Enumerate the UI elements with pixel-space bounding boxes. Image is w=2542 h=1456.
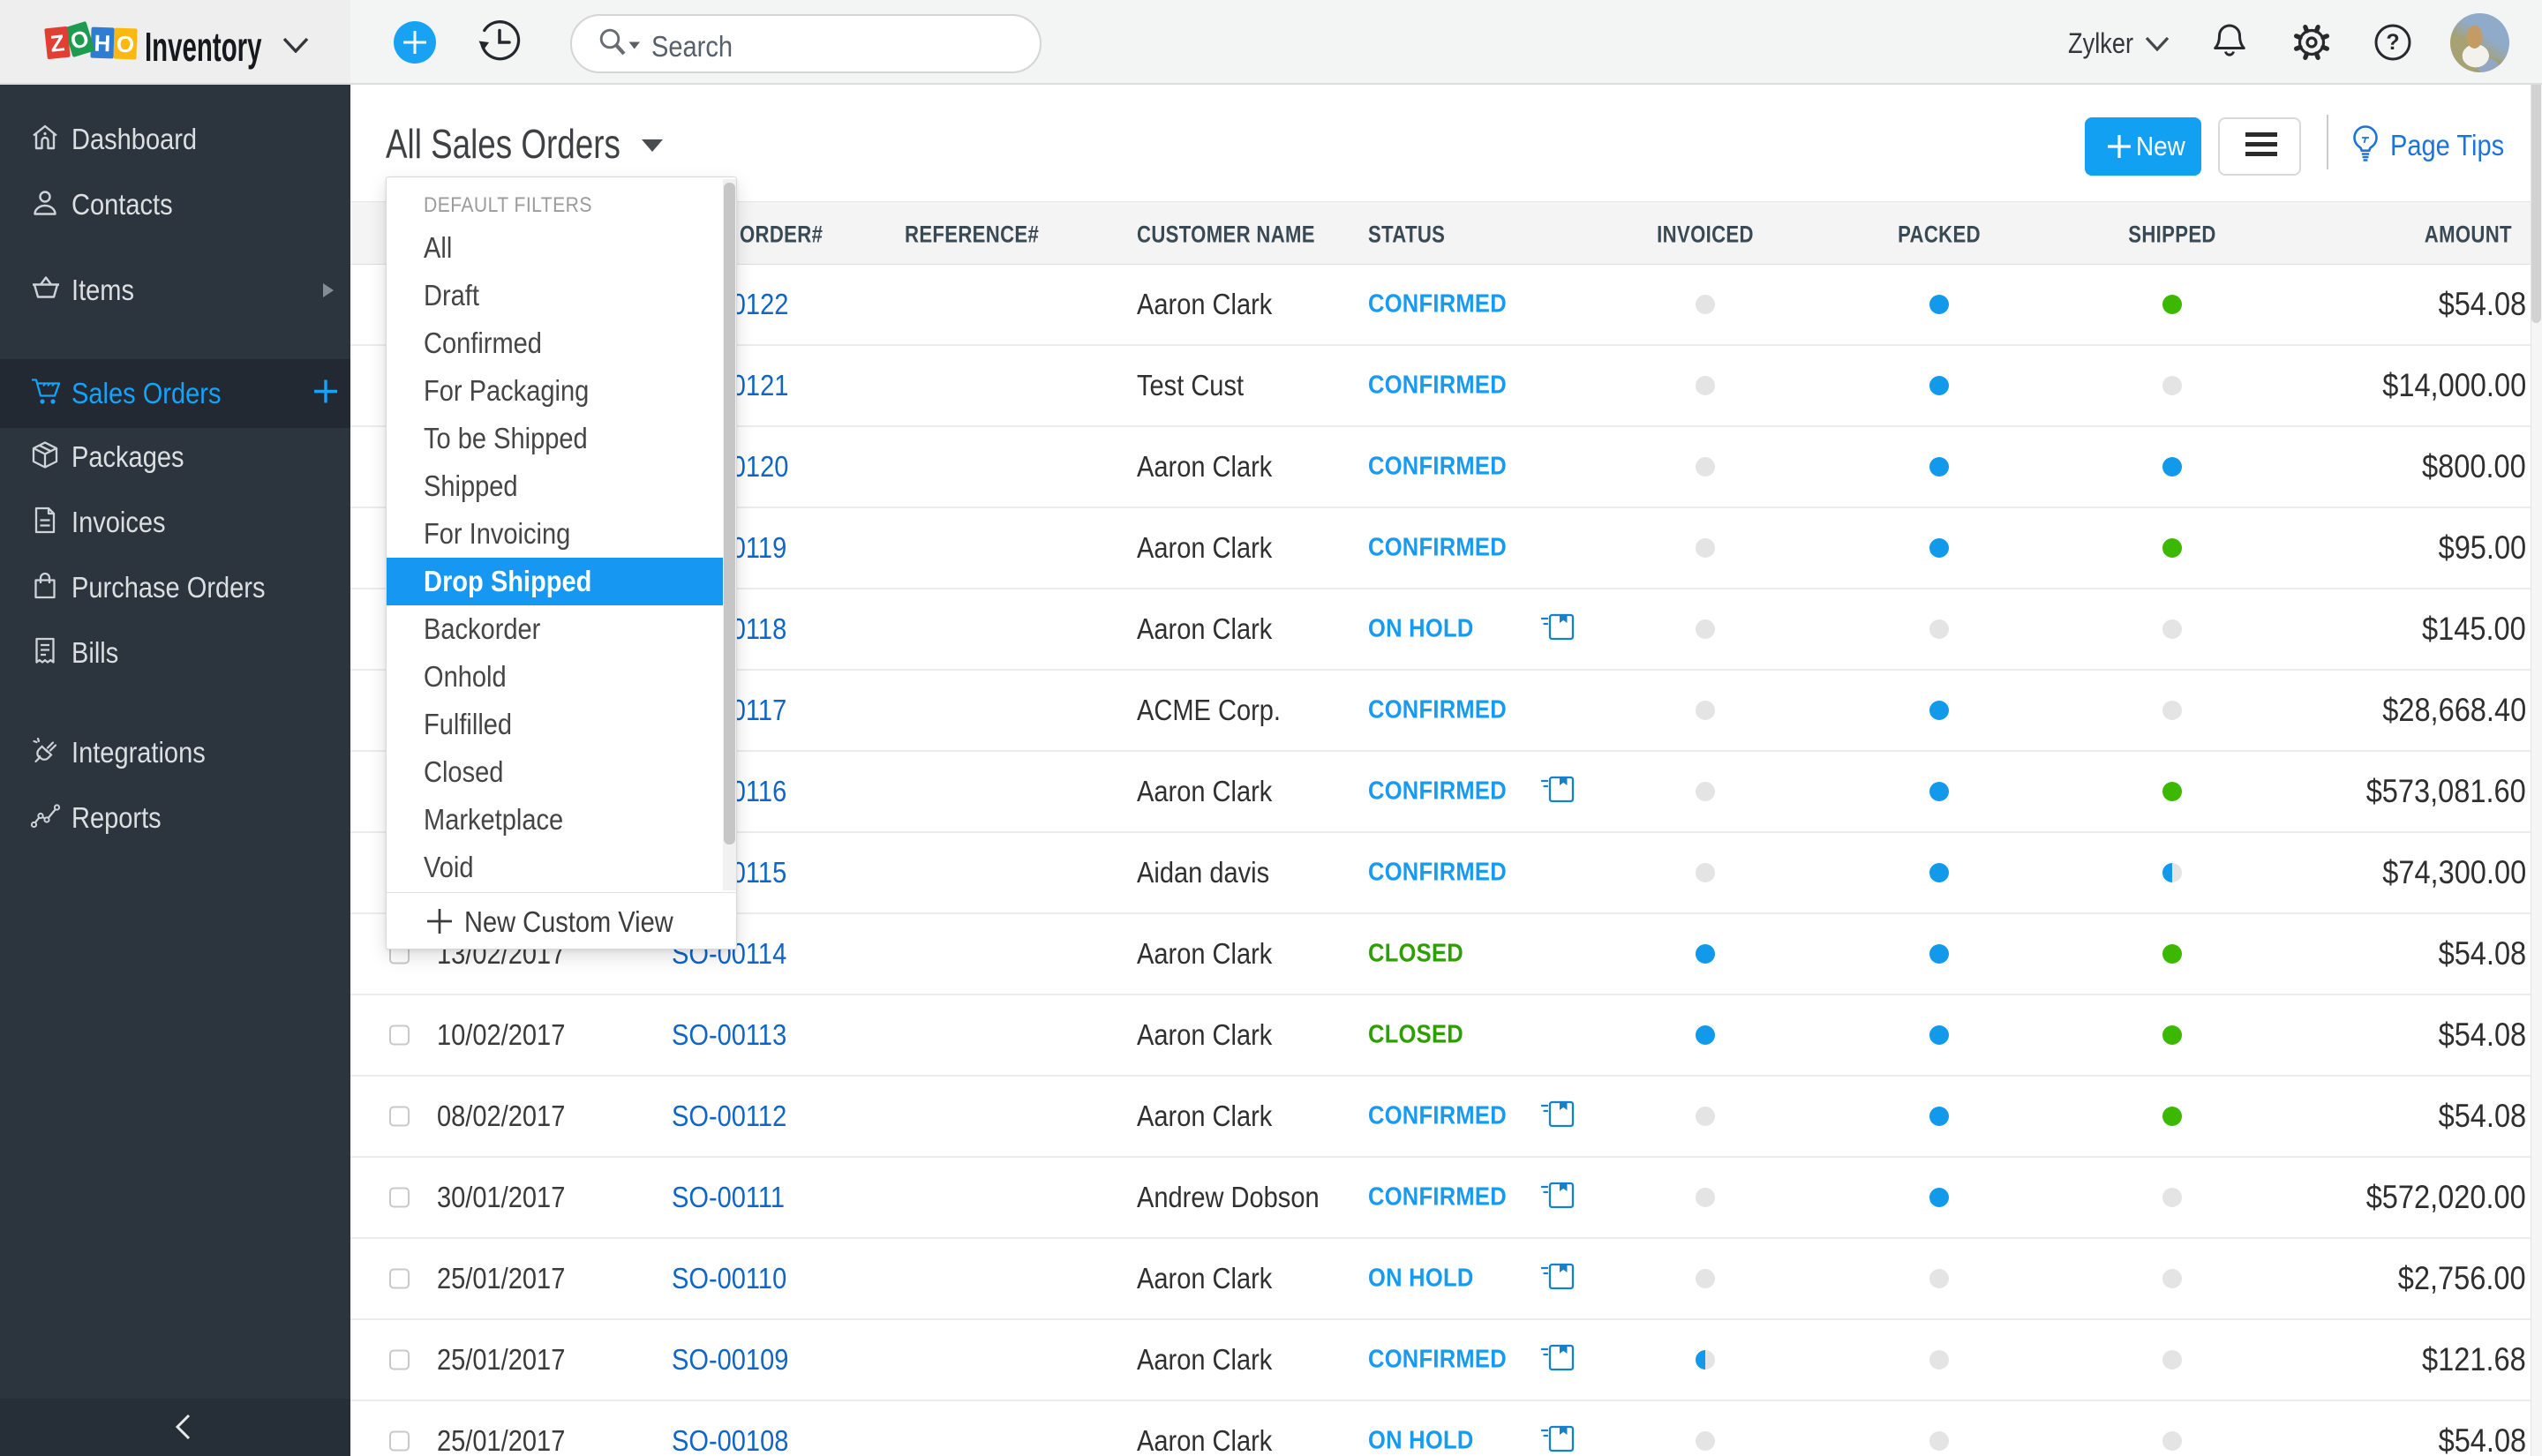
svg-text:?: ? (2386, 30, 2399, 55)
